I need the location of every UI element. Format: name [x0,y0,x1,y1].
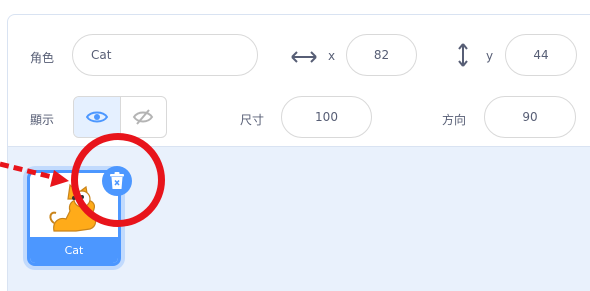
show-label: 顯示 [30,113,55,127]
visibility-toggle [73,96,167,138]
sprite-thumbnail-label: Cat [30,237,118,263]
size-field[interactable]: 100 [281,96,372,138]
annotation-arrow-icon [0,161,69,187]
sprite-name-label: 角色 [30,51,55,65]
sprite-name-field[interactable]: Cat [72,34,258,76]
eye-slash-icon [133,109,154,125]
annotation-highlight-circle [71,133,165,227]
vertical-arrow-icon [458,43,468,67]
x-position-field[interactable]: 82 [346,34,417,76]
eye-icon [85,111,108,123]
size-label: 尺寸 [240,113,265,127]
direction-label: 方向 [442,113,467,127]
horizontal-arrow-icon [291,51,317,63]
y-label: y [486,49,494,63]
y-position-field[interactable]: 44 [505,34,577,76]
x-label: x [328,49,336,63]
direction-field[interactable]: 90 [484,96,576,138]
hide-sprite-button[interactable] [121,97,167,137]
show-sprite-button[interactable] [74,97,121,137]
